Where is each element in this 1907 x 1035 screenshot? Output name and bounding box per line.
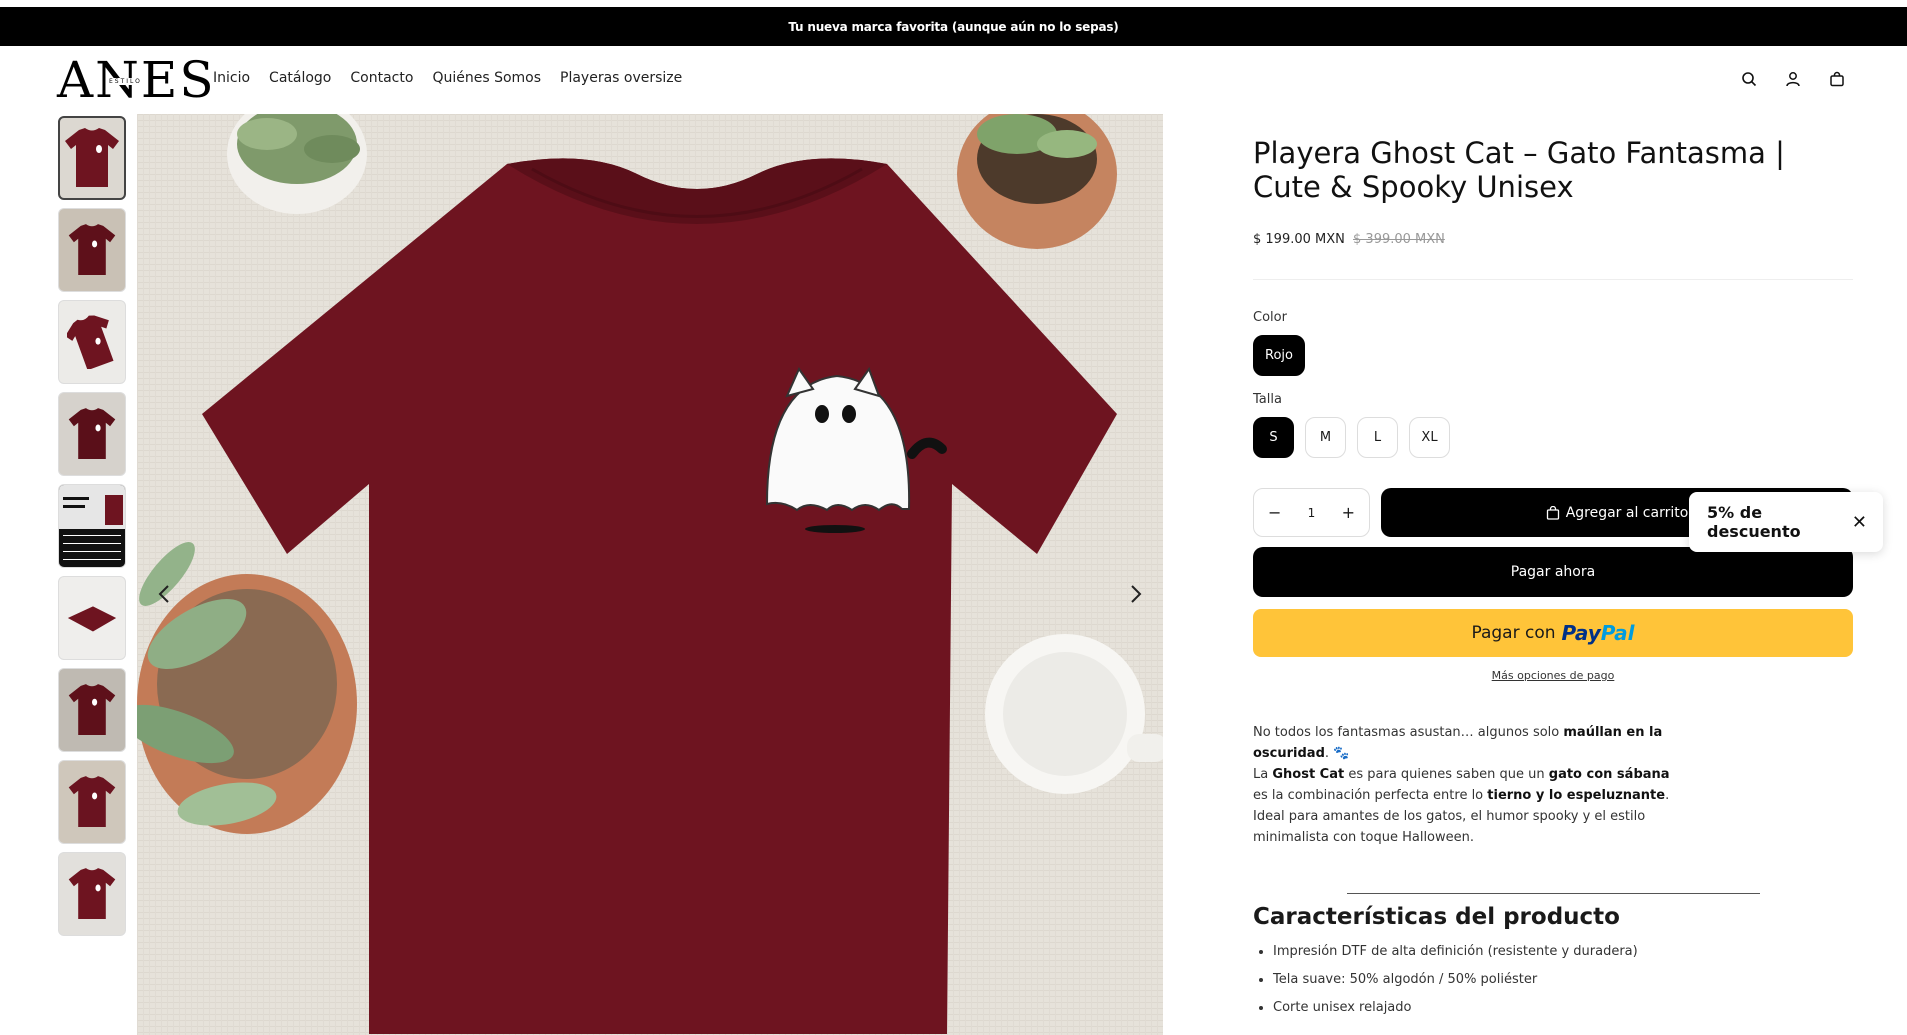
- paypal-logo-pay: Pay: [1561, 621, 1601, 645]
- quantity-value[interactable]: 1: [1308, 506, 1316, 520]
- sale-price: $ 199.00 MXN: [1253, 232, 1345, 247]
- feature-item: Corte unisex relajado: [1273, 994, 1853, 1022]
- discount-popup[interactable]: 5% de descuento ✕: [1689, 492, 1883, 552]
- size-options: S M L XL: [1253, 417, 1853, 458]
- announcement-bar: Tu nueva marca favorita (aunque aún no l…: [0, 7, 1907, 46]
- thumbnail[interactable]: [58, 760, 126, 844]
- paypal-logo-pal: Pal: [1600, 621, 1635, 645]
- thumbnail-list: [58, 116, 126, 944]
- site-header: ANES ESTILO Inicio Catálogo Contacto Qui…: [0, 46, 1907, 114]
- thumbnail[interactable]: [58, 852, 126, 936]
- thumbnail-size-guide[interactable]: [58, 484, 126, 568]
- add-to-cart-label: Agregar al carrito: [1565, 504, 1689, 521]
- paypal-button[interactable]: Pagar con Pay Pal: [1253, 609, 1853, 657]
- desc-p3: Ideal para amantes de los gatos, el humo…: [1253, 809, 1646, 845]
- search-icon[interactable]: [1739, 69, 1759, 89]
- price-block: $ 199.00 MXN $ 399.00 MXN: [1253, 232, 1853, 247]
- quantity-stepper: − 1 +: [1253, 488, 1370, 537]
- size-option-s[interactable]: S: [1253, 417, 1294, 458]
- thumbnail[interactable]: [58, 392, 126, 476]
- nav-quienes-somos[interactable]: Quiénes Somos: [432, 70, 541, 86]
- main-nav: Inicio Catálogo Contacto Quiénes Somos P…: [213, 70, 682, 86]
- desc-p1: No todos los fantasmas asustan… algunos …: [1253, 725, 1663, 761]
- product-main-image: [137, 114, 1163, 1035]
- compare-price: $ 399.00 MXN: [1353, 232, 1445, 247]
- color-options: Rojo: [1253, 335, 1853, 376]
- size-label: Talla: [1253, 392, 1282, 407]
- color-option-rojo[interactable]: Rojo: [1253, 335, 1305, 376]
- more-payment-options-link[interactable]: Más opciones de pago: [1253, 669, 1853, 682]
- top-strip: [0, 0, 1907, 7]
- close-icon[interactable]: ✕: [1852, 512, 1867, 533]
- nav-catalogo[interactable]: Catálogo: [269, 70, 331, 86]
- thumbnail[interactable]: [58, 576, 126, 660]
- quantity-increase-button[interactable]: +: [1342, 503, 1355, 522]
- color-label: Color: [1253, 310, 1287, 325]
- bag-plus-icon: [1546, 505, 1559, 520]
- thumbnail[interactable]: [58, 668, 126, 752]
- desc-p2: La Ghost Cat es para quienes saben que u…: [1253, 767, 1670, 803]
- product-info: Playera Ghost Cat – Gato Fantasma | Cute…: [1253, 114, 1853, 1022]
- size-option-xl[interactable]: XL: [1409, 417, 1450, 458]
- brand-logo[interactable]: ANES ESTILO: [57, 52, 214, 108]
- next-image-arrow[interactable]: [1121, 579, 1151, 609]
- product-description: No todos los fantasmas asustan… algunos …: [1253, 722, 1673, 848]
- header-icons: [1739, 69, 1847, 89]
- nav-inicio[interactable]: Inicio: [213, 70, 250, 86]
- logo-sub: ESTILO: [107, 78, 144, 85]
- nav-playeras-oversize[interactable]: Playeras oversize: [560, 70, 682, 86]
- feature-item: Impresión DTF de alta definición (resist…: [1273, 938, 1853, 966]
- quantity-decrease-button[interactable]: −: [1268, 503, 1281, 522]
- product-photo: [137, 114, 1163, 1035]
- feature-item: Tela suave: 50% algodón / 50% poliéster: [1273, 966, 1853, 994]
- size-option-m[interactable]: M: [1305, 417, 1346, 458]
- paypal-prefix: Pagar con: [1471, 623, 1556, 643]
- divider: [1253, 279, 1853, 280]
- discount-text: 5% de descuento: [1707, 503, 1801, 541]
- product-title: Playera Ghost Cat – Gato Fantasma | Cute…: [1253, 136, 1785, 204]
- thumbnail[interactable]: [58, 208, 126, 292]
- size-option-l[interactable]: L: [1357, 417, 1398, 458]
- cart-icon[interactable]: [1827, 69, 1847, 89]
- thumbnail[interactable]: [58, 300, 126, 384]
- features-list: Impresión DTF de alta definición (resist…: [1253, 938, 1853, 1022]
- prev-image-arrow[interactable]: [149, 579, 179, 609]
- features-title: Características del producto: [1253, 904, 1620, 930]
- nav-contacto[interactable]: Contacto: [350, 70, 413, 86]
- buy-now-button[interactable]: Pagar ahora: [1253, 547, 1853, 597]
- thumbnail[interactable]: [58, 116, 126, 200]
- section-divider: [1347, 893, 1760, 894]
- account-icon[interactable]: [1783, 69, 1803, 89]
